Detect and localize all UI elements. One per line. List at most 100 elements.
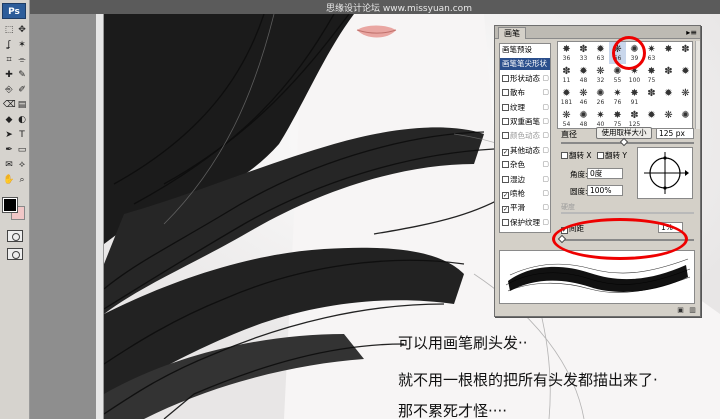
option-checkbox[interactable]: ✓ (502, 192, 509, 199)
brush-option-item[interactable]: 散布 ▢ (500, 87, 550, 99)
brush-tip-cell[interactable]: ✽ (643, 86, 660, 108)
lasso-icon[interactable]: ʆ (3, 39, 15, 51)
option-checkbox[interactable] (502, 132, 509, 140)
magic-wand-icon[interactable]: ✶ (16, 39, 28, 51)
brush-tip-cell[interactable]: ✸ 36 (558, 42, 575, 64)
roundness-input[interactable]: 100% (587, 185, 623, 196)
angle-input[interactable]: 0度 (587, 168, 623, 179)
quick-mask-icon[interactable] (7, 230, 23, 242)
brush-tip-cell[interactable]: ✺ 26 (592, 86, 609, 108)
tab-brushes[interactable]: 画笔 (498, 27, 526, 39)
brush-tip-cell[interactable]: ✹ 181 (558, 86, 575, 108)
lock-icon[interactable]: ▢ (542, 145, 549, 157)
brush-tip-cell[interactable]: ✹ (677, 64, 692, 86)
lock-icon[interactable]: ▢ (542, 159, 549, 171)
lock-icon[interactable]: ▢ (542, 102, 549, 114)
brush-tip-cell[interactable]: ✷ 63 (643, 42, 660, 64)
option-checkbox[interactable] (502, 175, 509, 183)
brush-option-item[interactable]: 双重画笔 ▢ (500, 116, 550, 128)
brush-option-item[interactable]: 颜色动态 ▢ (500, 130, 550, 142)
shape-icon[interactable]: ▭ (16, 144, 28, 156)
flip-y-checkbox[interactable]: 翻转 Y (597, 150, 627, 161)
brush-tip-cell[interactable]: ✸ 75 (609, 108, 626, 128)
brush-tip-cell[interactable]: ❋ (677, 86, 692, 108)
brush-icon[interactable]: ✎ (16, 69, 28, 81)
brush-tip-cell[interactable]: ✸ (660, 42, 677, 64)
brush-tip-cell[interactable]: ✹ 48 (575, 64, 592, 86)
diameter-input[interactable]: 125 px (656, 128, 694, 139)
brush-tip-cell[interactable]: ✺ 55 (609, 64, 626, 86)
brush-tip-cell[interactable]: ✽ 33 (575, 42, 592, 64)
lock-icon[interactable]: ▢ (542, 73, 549, 85)
diameter-slider[interactable] (561, 137, 694, 147)
screen-mode-icon[interactable] (7, 248, 23, 260)
spacing-slider-thumb[interactable] (557, 234, 567, 244)
lock-icon[interactable]: ▢ (542, 217, 549, 229)
brush-tip-cell[interactable]: ✷ 40 (592, 108, 609, 128)
brush-tip-cell[interactable]: ✽ 11 (558, 64, 575, 86)
brush-option-item[interactable]: 形状动态 ▢ (500, 73, 550, 85)
pen-icon[interactable]: ✒ (3, 144, 15, 156)
brush-tip-cell[interactable]: ✸ 91 (626, 86, 643, 108)
crop-icon[interactable]: ⌗ (3, 54, 15, 66)
brush-tip-cell[interactable]: ✽ (677, 42, 692, 64)
dodge-icon[interactable]: ◐ (16, 114, 28, 126)
brush-tip-cell[interactable]: ✹ (660, 86, 677, 108)
brush-option-item[interactable]: 画笔笔尖形状 (500, 58, 550, 70)
brush-tip-cell[interactable]: ✸ 75 (643, 64, 660, 86)
new-brush-icon[interactable]: ▣ (676, 306, 685, 315)
brush-tip-cell[interactable]: ✽ 125 (626, 108, 643, 128)
angle-roundness-widget[interactable] (637, 147, 693, 199)
brush-option-item[interactable]: 纹理 ▢ (500, 102, 550, 114)
brush-tip-cell[interactable]: ✽ (660, 64, 677, 86)
lock-icon[interactable]: ▢ (542, 130, 549, 142)
brush-tip-cell[interactable]: ✷ 100 (626, 64, 643, 86)
spacing-checkbox[interactable]: ✓ 间距 (561, 223, 584, 234)
flip-x-checkbox[interactable]: 翻转 X (561, 150, 592, 161)
brush-tip-cell[interactable]: ❋ 66 (609, 42, 626, 64)
slice-icon[interactable]: ⌯ (16, 54, 28, 66)
diameter-slider-thumb[interactable] (619, 137, 629, 147)
brush-tip-cell[interactable]: ❋ 46 (575, 86, 592, 108)
move-icon[interactable]: ✥ (16, 24, 28, 36)
blur-icon[interactable]: ◆ (3, 114, 15, 126)
stamp-icon[interactable]: ⎆ (3, 84, 15, 96)
lock-icon[interactable]: ▢ (542, 188, 549, 200)
marquee-icon[interactable]: ⬚ (3, 24, 15, 36)
brush-tip-cell[interactable]: ✹ (643, 108, 660, 128)
brush-tip-cell[interactable]: ❋ (660, 108, 677, 128)
brush-grid-scrollbar[interactable] (695, 41, 700, 129)
notes-icon[interactable]: ✉ (3, 159, 15, 171)
lock-icon[interactable]: ▢ (542, 202, 549, 214)
brush-option-item[interactable]: ✓ 喷枪 ▢ (500, 188, 550, 200)
brush-tip-cell[interactable]: ✺ 39 (626, 42, 643, 64)
type-icon[interactable]: T (16, 129, 28, 141)
option-checkbox[interactable] (502, 89, 509, 97)
brush-option-item[interactable]: 画笔预设 (500, 44, 550, 56)
eraser-icon[interactable]: ⌫ (3, 99, 16, 111)
brush-tip-cell[interactable]: ✹ 63 (592, 42, 609, 64)
brush-tip-cell[interactable]: ✺ 48 (575, 108, 592, 128)
brush-option-item[interactable]: ✓ 平滑 ▢ (500, 202, 550, 214)
panel-menu-icon[interactable]: ▸≡ (686, 27, 697, 38)
option-checkbox[interactable] (502, 218, 509, 226)
lock-icon[interactable]: ▢ (542, 87, 549, 99)
option-checkbox[interactable] (502, 74, 509, 82)
brush-tip-cell[interactable]: ❋ 32 (592, 64, 609, 86)
brush-option-item[interactable]: 湿边 ▢ (500, 174, 550, 186)
healing-icon[interactable]: ✚ (3, 69, 15, 81)
option-checkbox[interactable]: ✓ (502, 206, 509, 214)
history-brush-icon[interactable]: ✐ (16, 84, 28, 96)
option-checkbox[interactable]: ✓ (502, 148, 509, 156)
brush-option-item[interactable]: ✓ 其他动态 ▢ (500, 145, 550, 157)
spacing-input[interactable]: 1% (658, 222, 683, 233)
brush-option-item[interactable]: 保护纹理 ▢ (500, 217, 550, 229)
lock-icon[interactable]: ▢ (542, 174, 549, 186)
path-select-icon[interactable]: ➤ (3, 129, 15, 141)
spacing-slider[interactable] (557, 234, 694, 244)
foreground-color-swatch[interactable] (2, 197, 18, 213)
delete-brush-icon[interactable]: ▥ (688, 306, 697, 315)
hand-icon[interactable]: ✋ (3, 174, 15, 186)
brush-tip-cell[interactable]: ✷ 76 (609, 86, 626, 108)
option-checkbox[interactable] (502, 161, 509, 169)
